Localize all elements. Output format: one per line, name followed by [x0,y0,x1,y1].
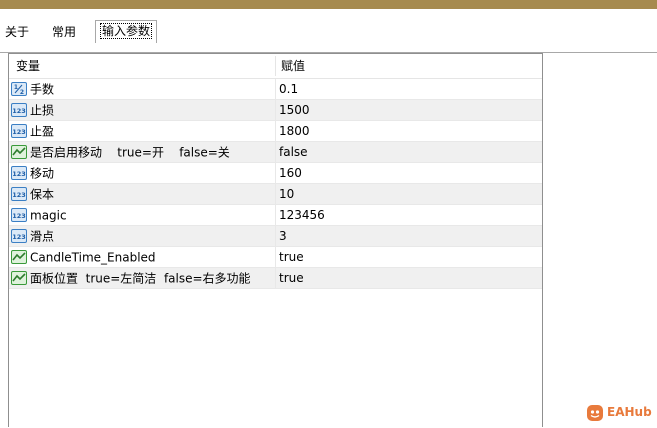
parameter-name-cell: 是否启用移动 true=开 false=关 [11,142,275,162]
column-divider[interactable] [275,56,276,76]
parameter-name-cell: 123 移动 [11,163,275,183]
eahub-watermark: EAHub [586,402,652,422]
table-row[interactable]: 面板位置 true=左简洁 false=右多功能 true [9,268,542,289]
parameter-value[interactable]: 160 [279,163,302,183]
tab-about[interactable]: 关于 [5,22,29,42]
parameter-value[interactable]: 0.1 [279,79,298,99]
svg-text:2: 2 [20,89,24,96]
parameter-name: magic [30,208,67,223]
parameters-table[interactable]: 变量 赋值 1 2 手数 0.1 123 止损 1500 123 止盈 1800 是否启用移动 tr… [8,53,543,427]
parameter-value[interactable]: true [279,247,304,267]
column-divider [275,205,276,225]
svg-text:123: 123 [12,191,26,199]
column-divider [275,268,276,288]
table-row[interactable]: 123 移动 160 [9,163,542,184]
svg-text:123: 123 [12,233,26,241]
table-header: 变量 赋值 [9,54,542,79]
window-title-bar [0,0,657,9]
column-divider [275,121,276,141]
parameter-name: 保本 [30,187,55,202]
tab-bar: 关于 常用 输入参数 [0,9,657,53]
parameter-name: 滑点 [30,229,55,244]
svg-text:123: 123 [12,170,26,178]
parameter-name-cell: CandleTime_Enabled [11,247,275,267]
table-row[interactable]: 123 保本 10 [9,184,542,205]
table-row[interactable]: 123 magic 123456 [9,205,542,226]
column-divider [275,79,276,99]
column-header-value[interactable]: 赋值 [281,54,305,78]
parameter-value[interactable]: 1800 [279,121,310,141]
table-row[interactable]: CandleTime_Enabled true [9,247,542,268]
parameter-value[interactable]: 123456 [279,205,325,225]
parameter-name: 面板位置 true=左简洁 false=右多功能 [30,271,251,286]
svg-text:123: 123 [12,212,26,220]
parameter-name-cell: 面板位置 true=左简洁 false=右多功能 [11,268,275,288]
column-divider [275,184,276,204]
integer-icon: 123 [11,228,27,243]
integer-icon: 123 [11,123,27,138]
fraction-icon: 12 [11,81,27,96]
table-row[interactable]: 123 止盈 1800 [9,121,542,142]
table-row[interactable]: 1 2 手数 0.1 [9,79,542,100]
parameter-value[interactable]: 1500 [279,100,310,120]
parameter-name: CandleTime_Enabled [30,250,156,265]
parameter-name-cell: 1 2 手数 [11,79,275,99]
parameter-value[interactable]: true [279,268,304,288]
parameter-name-cell: 123 magic [11,205,275,225]
parameter-value[interactable]: false [279,142,308,162]
boolean-icon [11,270,27,285]
parameter-name-cell: 123 止损 [11,100,275,120]
integer-icon: 123 [11,165,27,180]
tab-inputs[interactable]: 输入参数 [95,20,158,43]
integer-icon: 123 [11,186,27,201]
column-divider [275,163,276,183]
column-divider [275,226,276,246]
svg-text:123: 123 [12,128,26,136]
parameter-name-cell: 123 保本 [11,184,275,204]
parameter-name: 手数 [30,82,55,97]
parameter-name: 止损 [30,103,55,118]
parameter-name: 是否启用移动 true=开 false=关 [30,145,230,160]
column-divider [275,142,276,162]
column-divider [275,100,276,120]
svg-text:123: 123 [12,107,26,115]
column-header-variable[interactable]: 变量 [16,54,40,78]
integer-icon: 123 [11,102,27,117]
table-row[interactable]: 123 滑点 3 [9,226,542,247]
table-row[interactable]: 123 止损 1500 [9,100,542,121]
boolean-icon [11,144,27,159]
tab-inputs-label: 输入参数 [100,23,153,39]
boolean-icon [11,249,27,264]
tab-about-label: 关于 [5,25,30,39]
parameter-name: 止盈 [30,124,55,139]
tab-common-label: 常用 [52,25,77,39]
parameter-value[interactable]: 3 [279,226,287,246]
eahub-logo-icon [586,404,604,422]
watermark-text: EAHub [607,405,652,419]
integer-icon: 123 [11,207,27,222]
column-divider [275,247,276,267]
parameter-name-cell: 123 滑点 [11,226,275,246]
parameter-name: 移动 [30,166,55,181]
table-row[interactable]: 是否启用移动 true=开 false=关 false [9,142,542,163]
parameter-name-cell: 123 止盈 [11,121,275,141]
tab-common[interactable]: 常用 [52,22,76,42]
parameter-value[interactable]: 10 [279,184,294,204]
